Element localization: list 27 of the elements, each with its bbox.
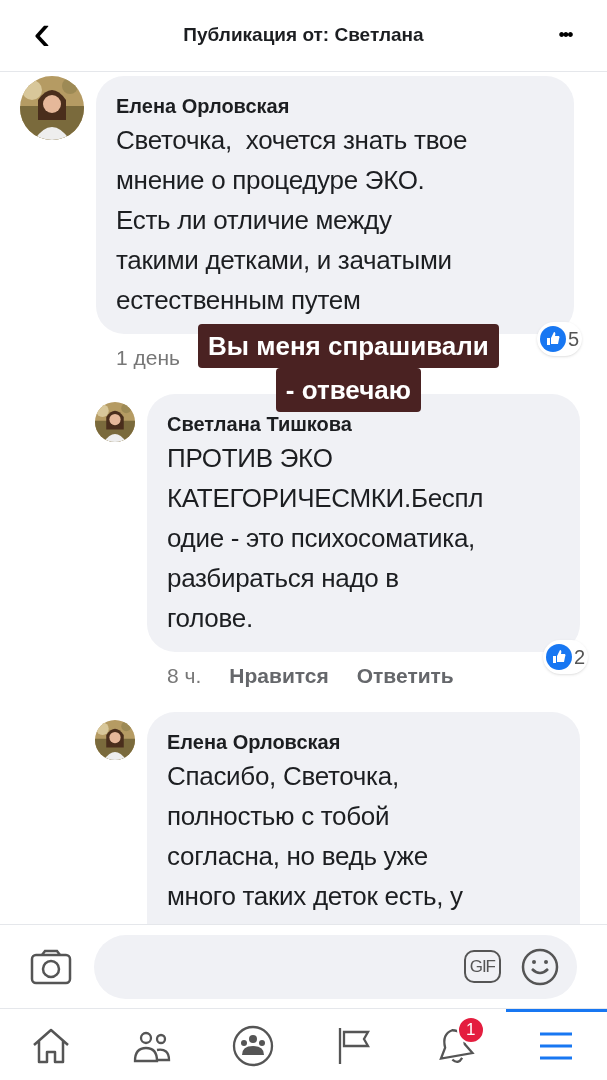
groups-icon[interactable]	[231, 1025, 274, 1067]
comment-action-link[interactable]: Ответить	[356, 660, 454, 692]
author-name[interactable]: Елена Орловская	[116, 92, 290, 120]
notification-badge: 1	[456, 1016, 485, 1044]
comment-text: Спасибо, Светочка, полностью с тобой согласна, но ведь уже много таких деток есть, у	[167, 760, 464, 913]
emoji-icon[interactable]	[521, 947, 559, 986]
comment-field[interactable]: GIF	[94, 934, 577, 999]
camera-icon[interactable]	[30, 948, 72, 985]
comment-text: Светочка, хочется знать твое мнение о процедуре ЭКО. Есть ли отличие между такими детками, и зачатыми естественным путем	[116, 124, 469, 317]
more-button[interactable]: •••	[545, 22, 585, 49]
page-title: Публикация от: Светлана	[182, 23, 425, 48]
reaction-count[interactable]: 2	[542, 640, 588, 674]
gif-button[interactable]: GIF	[463, 950, 501, 983]
flag-icon[interactable]	[336, 1026, 373, 1066]
comment-time: 1 день	[116, 345, 180, 372]
reaction-count[interactable]: 5	[536, 322, 582, 356]
menu-icon[interactable]	[538, 1031, 575, 1061]
author-name[interactable]: Елена Орловская	[167, 728, 341, 756]
sticker-caption: Вы меня спрашивали	[198, 324, 499, 368]
back-button[interactable]: ‹	[22, 5, 62, 58]
like-icon	[539, 326, 566, 352]
author-name[interactable]: Светлана Тишкова	[167, 410, 352, 438]
comment-text: ПРОТИВ ЭКО КАТЕГОРИЧЕСМКИ.Беспл одие - это психосоматика, разбираться надо в голове.	[167, 442, 485, 635]
sticker-caption: - отвечаю	[275, 368, 421, 412]
like-icon	[545, 644, 572, 670]
comment-action-link[interactable]: Нравится	[229, 660, 329, 692]
comment-time: 8 ч.	[167, 663, 202, 690]
